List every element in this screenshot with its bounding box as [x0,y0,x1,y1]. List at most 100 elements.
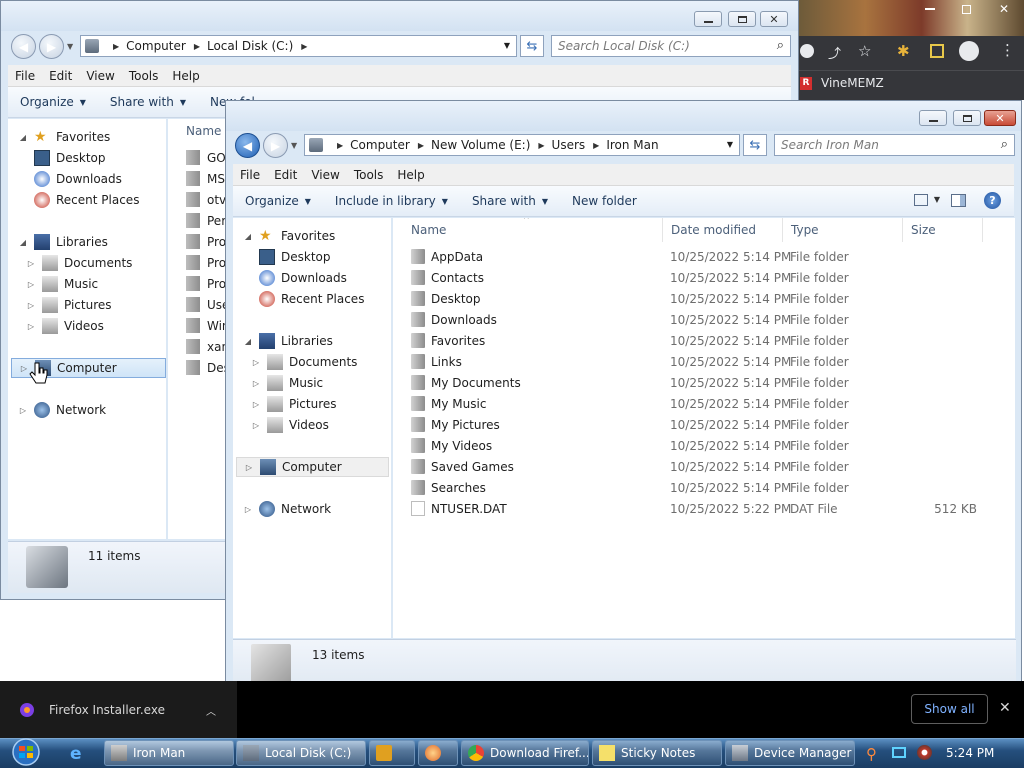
help-icon[interactable]: ? [984,192,1001,209]
taskbar-clock[interactable]: 5:24 PM [946,746,994,760]
breadcrumb-new-volume[interactable]: New Volume (E:) [431,138,530,152]
minimize-button[interactable] [919,110,947,126]
start-button[interactable] [8,737,44,768]
window-titlebar[interactable] [1,1,798,31]
table-row[interactable]: Links 10/25/2022 5:14 PM File folder [393,352,983,373]
organize-button[interactable]: Organize ▼ [8,95,98,109]
new-folder-button[interactable]: New folder [560,194,649,208]
search-tray-icon[interactable]: ⚲ [866,745,877,763]
table-row[interactable]: GO [168,148,226,169]
table-row[interactable]: Searches 10/25/2022 5:14 PM File folder [393,478,983,499]
address-dropdown-icon[interactable]: ▼ [504,41,510,50]
menu-tools[interactable]: Tools [347,168,391,182]
table-row[interactable]: Use [168,295,226,316]
taskbar-button-iron-man[interactable]: Iron Man [104,740,234,766]
table-row[interactable]: MS [168,169,226,190]
nav-videos[interactable]: ▷ Videos [251,415,329,435]
recent-pages-icon[interactable]: ▼ [67,42,73,51]
table-row[interactable]: otv [168,190,226,211]
taskbar-button-paint[interactable] [418,740,458,766]
nav-documents[interactable]: ▷ Documents [26,253,132,273]
nav-favorites[interactable]: ◢ ★ Favorites [243,226,335,246]
browser-minimize-button[interactable] [912,0,948,18]
display-tray-icon[interactable] [892,747,906,758]
share-with-button[interactable]: Share with ▼ [460,194,560,208]
nav-desktop[interactable]: Desktop [34,148,106,168]
maximize-button[interactable] [728,11,756,27]
volume-tray-icon[interactable] [917,745,932,760]
nav-libraries[interactable]: ◢ Libraries [243,331,333,351]
browser-close-button[interactable]: ✕ [984,0,1024,18]
breadcrumb-users[interactable]: Users [552,138,586,152]
column-type[interactable]: Type [783,218,903,242]
refresh-icon[interactable]: ⇆ [520,35,544,57]
nav-downloads[interactable]: Downloads [34,169,122,189]
table-row[interactable]: Downloads 10/25/2022 5:14 PM File folder [393,310,983,331]
nav-recent-places[interactable]: Recent Places [259,289,364,309]
table-row[interactable]: Per [168,211,226,232]
breadcrumb-computer[interactable]: Computer [126,39,186,53]
nav-music[interactable]: ▷ Music [251,373,323,393]
table-row[interactable]: Desktop 10/25/2022 5:14 PM File folder [393,289,983,310]
chevron-up-icon[interactable]: ︿ [206,703,216,718]
table-row[interactable]: Contacts 10/25/2022 5:14 PM File folder [393,268,983,289]
google-icon[interactable] [800,44,814,58]
extensions-icon[interactable]: ✱ [897,42,910,60]
menu-tools[interactable]: Tools [122,69,166,83]
search-input[interactable]: Search Local Disk (C:) ⌕ [551,35,791,57]
include-in-library-button[interactable]: Include in library ▼ [323,194,460,208]
nav-pictures[interactable]: ▷ Pictures [251,394,337,414]
menu-file[interactable]: File [233,168,267,182]
close-button[interactable]: ✕ [984,110,1016,126]
table-row[interactable]: Win [168,316,226,337]
forward-button[interactable]: ▶ [39,34,64,59]
table-row[interactable]: Pro [168,253,226,274]
menu-help[interactable]: Help [390,168,431,182]
breadcrumb-iron-man[interactable]: Iron Man [606,138,658,152]
menu-edit[interactable]: Edit [42,69,79,83]
share-with-button[interactable]: Share with ▼ [98,95,198,109]
nav-music[interactable]: ▷ Music [26,274,98,294]
menu-edit[interactable]: Edit [267,168,304,182]
nav-favorites[interactable]: ◢ ★ Favorites [18,127,110,147]
taskbar-button-device-manager[interactable]: Device Manager [725,740,855,766]
table-row[interactable]: xan [168,337,226,358]
column-name[interactable]: Name [178,119,226,143]
address-dropdown-icon[interactable]: ▼ [727,140,733,149]
address-bar[interactable]: ▶ Computer ▶ New Volume (E:) ▶ Users ▶ Iron … [304,134,740,156]
show-all-button[interactable]: Show all [911,694,988,724]
table-row[interactable]: My Pictures 10/25/2022 5:14 PM File folder [393,415,983,436]
table-row[interactable]: Des [168,358,226,379]
table-row[interactable]: Pro [168,274,226,295]
forward-button[interactable]: ▶ [263,133,288,158]
download-file-name[interactable]: Firefox Installer.exe [49,703,165,717]
nav-recent-places[interactable]: Recent Places [34,190,139,210]
column-date-modified[interactable]: Date modified [663,218,783,242]
nav-desktop[interactable]: Desktop [259,247,331,267]
profile-avatar-icon[interactable] [959,41,979,61]
close-button[interactable]: ✕ [760,11,788,27]
nav-libraries[interactable]: ◢ Libraries [18,232,108,252]
back-button[interactable]: ◀ [235,133,260,158]
menu-file[interactable]: File [8,69,42,83]
refresh-icon[interactable]: ⇆ [743,134,767,156]
search-input[interactable]: Search Iron Man ⌕ [774,134,1015,156]
breadcrumb-local-disk[interactable]: Local Disk (C:) [207,39,293,53]
organize-button[interactable]: Organize ▼ [233,194,323,208]
nav-documents[interactable]: ▷ Documents [251,352,357,372]
bookmark-star-icon[interactable]: ☆ [858,42,871,60]
search-icon[interactable]: ⌕ [1001,137,1008,152]
nav-downloads[interactable]: Downloads [259,268,347,288]
nav-videos[interactable]: ▷ Videos [26,316,104,336]
recent-pages-icon[interactable]: ▼ [291,141,297,150]
taskbar-button-media-player[interactable] [369,740,415,766]
nav-pictures[interactable]: ▷ Pictures [26,295,112,315]
table-row[interactable]: My Videos 10/25/2022 5:14 PM File folder [393,436,983,457]
column-name[interactable]: Name ^ [393,218,663,242]
search-icon[interactable]: ⌕ [777,38,784,53]
menu-help[interactable]: Help [165,69,206,83]
preview-pane-icon[interactable] [951,194,966,207]
browser-menu-icon[interactable]: ⋮ [1000,41,1015,59]
browser-maximize-button[interactable] [948,0,984,18]
sidebar-icon[interactable] [930,44,944,58]
